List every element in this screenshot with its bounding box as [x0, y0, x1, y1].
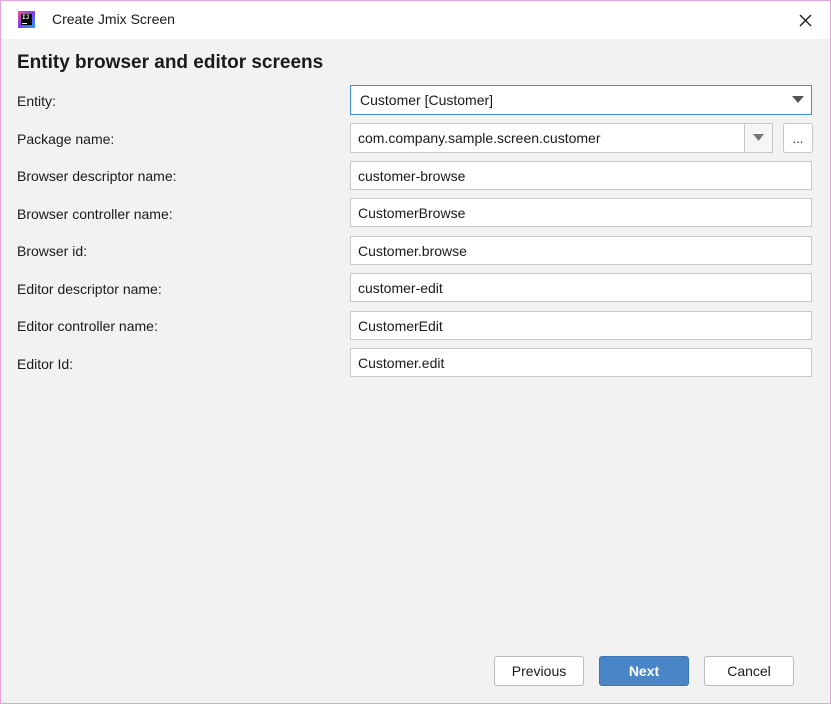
package-dropdown-button[interactable] [744, 124, 772, 152]
package-name-combo[interactable]: com.company.sample.screen.customer [350, 123, 773, 153]
editor-controller-input[interactable] [350, 311, 812, 340]
close-button[interactable] [790, 5, 820, 35]
package-name-label: Package name: [17, 131, 115, 147]
editor-id-label: Editor Id: [17, 356, 74, 372]
entity-select-value: Customer [Customer] [360, 92, 494, 108]
browser-controller-label: Browser controller name: [17, 206, 173, 222]
next-button[interactable]: Next [599, 656, 689, 686]
entity-label: Entity: [17, 93, 56, 109]
page-heading: Entity browser and editor screens [17, 52, 324, 73]
intellij-idea-icon: IJ [18, 11, 35, 28]
editor-descriptor-label: Editor descriptor name: [17, 281, 162, 297]
chevron-down-icon [753, 134, 764, 141]
browser-id-input[interactable] [350, 236, 812, 265]
package-name-value: com.company.sample.screen.customer [358, 130, 601, 146]
window-title: Create Jmix Screen [52, 11, 175, 27]
chevron-down-icon [792, 96, 804, 103]
title-bar[interactable]: IJ Create Jmix Screen [1, 1, 830, 39]
browser-descriptor-label: Browser descriptor name: [17, 168, 177, 184]
dialog-window: IJ Create Jmix Screen Entity browser and… [0, 0, 831, 704]
editor-descriptor-input[interactable] [350, 273, 812, 302]
editor-id-input[interactable] [350, 348, 812, 377]
editor-controller-label: Editor controller name: [17, 318, 158, 334]
previous-button[interactable]: Previous [494, 656, 584, 686]
app-icon-text: IJ [22, 14, 30, 21]
browser-id-label: Browser id: [17, 243, 88, 259]
cancel-button[interactable]: Cancel [704, 656, 794, 686]
browser-controller-input[interactable] [350, 198, 812, 227]
browser-descriptor-input[interactable] [350, 161, 812, 190]
browse-package-button[interactable]: ... [783, 123, 813, 153]
close-icon [799, 14, 811, 26]
entity-select[interactable]: Customer [Customer] [350, 85, 812, 115]
